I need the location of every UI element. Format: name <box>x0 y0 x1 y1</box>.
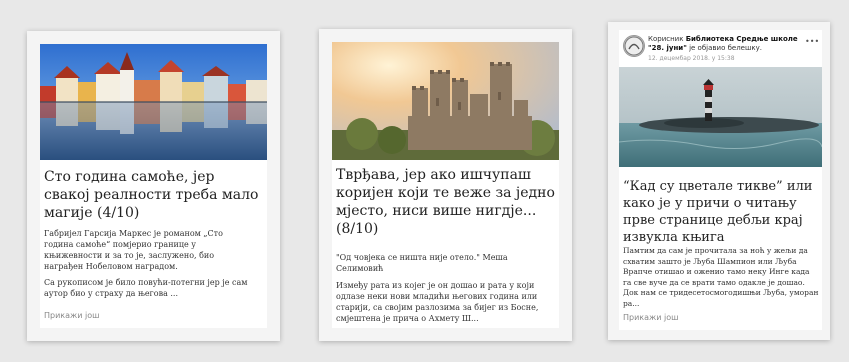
post-header: Корисник Библиотека Средње школе "28. ју… <box>648 35 798 53</box>
note-card-body: Сто година самоће, јер свакој реалности … <box>40 44 267 328</box>
note-card-body: Тврђава, јер ако ишчупаш коријен који те… <box>332 42 559 328</box>
avatar[interactable] <box>623 35 645 57</box>
note-card-body: Корисник Библиотека Средње школе "28. ју… <box>619 30 822 330</box>
post-menu-icon[interactable]: ••• <box>805 37 819 46</box>
library-logo-icon <box>624 36 644 56</box>
lighthouse-photo <box>619 67 822 167</box>
post-suffix: је објавио белешку. <box>689 44 762 52</box>
note-card-3[interactable]: Корисник Библиотека Средње школе "28. ју… <box>608 22 830 340</box>
post-prefix: Корисник <box>648 35 684 43</box>
note-paragraph: Габријел Гарсија Маркес је романом „Сто … <box>44 229 223 271</box>
town-photo <box>40 44 267 160</box>
note-paragraph: Памтим да сам је прочитала за ноћ у жељи… <box>623 246 819 308</box>
note-paragraph: "Од човјека се ништа није отело." Меша С… <box>336 253 508 273</box>
post-date[interactable]: 12. децембар 2018. у 15:38 <box>648 55 735 62</box>
show-more-link[interactable]: Прикажи још <box>623 313 678 322</box>
note-card-1[interactable]: Сто година самоће, јер свакој реалности … <box>27 31 280 341</box>
note-paragraph: Са рукописом је било повући-потегни јер … <box>44 278 248 298</box>
note-paragraph: Између рата из којег је он дошао и рата … <box>336 281 539 323</box>
note-card-2[interactable]: Тврђава, јер ако ишчупаш коријен који те… <box>319 29 572 341</box>
fortress-photo <box>332 42 559 160</box>
note-title[interactable]: Тврђава, јер ако ишчупаш коријен који те… <box>336 166 558 238</box>
show-more-link[interactable]: Прикажи још <box>44 311 99 320</box>
note-title[interactable]: “Кад су цветале тикве” или како је у при… <box>623 178 820 246</box>
note-title[interactable]: Сто година самоће, јер свакој реалности … <box>44 168 264 222</box>
